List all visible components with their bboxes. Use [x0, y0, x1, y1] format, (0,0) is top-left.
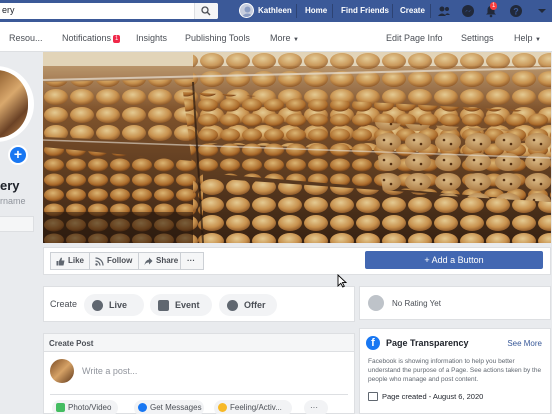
create-label: Create: [50, 299, 78, 309]
create-live-button[interactable]: Live: [84, 294, 144, 316]
page-navigation-bar: Resou... Notifications 1 Insights Publish…: [0, 22, 552, 52]
notifications-count-badge: 1: [113, 35, 121, 43]
divider: [296, 4, 297, 18]
tab-insights[interactable]: Insights: [136, 33, 167, 43]
help-label: Help: [514, 33, 533, 43]
left-menu-item[interactable]: [0, 216, 34, 232]
top-navigation-bar: ery Kathleen Home Find Friends Create 1 …: [0, 0, 552, 22]
share-arrow-icon: [144, 257, 153, 266]
rating-text: No Rating Yet: [392, 299, 441, 308]
caret-down-icon: ▼: [293, 37, 299, 43]
page-transparency-description: Facebook is showing information to help …: [368, 358, 542, 383]
feeling-activity-label: Feeling/Activ...: [230, 403, 282, 412]
write-post-input[interactable]: Write a post...: [82, 366, 137, 376]
feeling-activity-button[interactable]: Feeling/Activ...: [214, 400, 292, 414]
mouse-cursor-icon: [337, 274, 347, 288]
search-box[interactable]: ery: [0, 3, 218, 19]
offer-label: Offer: [244, 300, 266, 310]
account-menu-icon[interactable]: [535, 4, 549, 18]
share-label: Share: [156, 256, 179, 265]
edit-page-info-link[interactable]: Edit Page Info: [386, 33, 443, 43]
calendar-icon: [158, 300, 169, 311]
tab-notifications-label: Notifications: [62, 33, 112, 43]
offer-tag-icon: [227, 300, 238, 311]
page-profile-picture[interactable]: [0, 66, 34, 142]
create-link[interactable]: Create: [400, 6, 425, 15]
add-profile-photo-button[interactable]: +: [8, 145, 28, 165]
user-avatar[interactable]: [239, 3, 254, 18]
create-panel: Create Live Event Offer: [43, 286, 355, 322]
follow-label: Follow: [107, 256, 133, 265]
follow-rss-icon: [95, 257, 104, 266]
messenger-icon[interactable]: [461, 4, 475, 18]
divider: [50, 394, 348, 395]
create-event-button[interactable]: Event: [150, 294, 212, 316]
divider: [430, 4, 431, 18]
more-post-options-label: ···: [310, 403, 318, 412]
friend-requests-icon[interactable]: [437, 4, 451, 18]
event-label: Event: [175, 300, 200, 310]
help-icon[interactable]: ?: [509, 4, 523, 18]
live-label: Live: [109, 300, 128, 310]
get-messages-button[interactable]: Get Messages: [134, 400, 204, 414]
tab-notifications[interactable]: Notifications 1: [62, 33, 121, 43]
get-messages-label: Get Messages: [150, 403, 202, 412]
page-action-bar: Like Follow Share ··· + Add a Button: [43, 247, 551, 275]
more-post-options-button[interactable]: ···: [304, 400, 328, 414]
see-more-link[interactable]: See More: [507, 339, 542, 348]
page-name: ery: [0, 178, 20, 193]
like-label: Like: [68, 256, 85, 265]
search-icon: [201, 6, 211, 16]
page-username[interactable]: rname: [0, 196, 26, 206]
divider: [392, 4, 393, 18]
rating-panel: No Rating Yet: [359, 286, 551, 320]
page-transparency-panel: f Page Transparency See More Facebook is…: [359, 328, 551, 414]
page-avatar: [50, 359, 74, 383]
user-name-link[interactable]: Kathleen: [258, 6, 292, 15]
settings-link[interactable]: Settings: [461, 33, 494, 43]
messenger-icon: [138, 403, 147, 412]
help-menu[interactable]: Help ▼: [514, 33, 541, 43]
share-button[interactable]: Share: [138, 252, 181, 270]
add-a-button[interactable]: + Add a Button: [365, 251, 543, 269]
thumbs-up-icon: [56, 257, 65, 266]
caret-down-icon: ▼: [535, 37, 541, 43]
page-transparency-title: Page Transparency: [386, 338, 469, 348]
photo-video-label: Photo/Video: [68, 403, 112, 412]
cover-photo[interactable]: [43, 52, 551, 243]
smiley-icon: [218, 403, 227, 412]
rating-star-icon: [368, 295, 384, 311]
video-camera-icon: [92, 300, 103, 311]
tab-publishing-tools[interactable]: Publishing Tools: [185, 33, 250, 43]
create-post-header: Create Post: [44, 334, 354, 352]
create-post-panel: Create Post Write a post... Photo/Video …: [43, 333, 355, 414]
facebook-logo-icon: f: [366, 336, 380, 350]
tab-more-label: More: [270, 33, 291, 43]
tab-more[interactable]: More ▼: [270, 33, 299, 43]
create-post-title: Create Post: [49, 339, 94, 348]
tab-resources[interactable]: Resou...: [9, 33, 43, 43]
photo-video-button[interactable]: Photo/Video: [52, 400, 118, 414]
more-actions-button[interactable]: ···: [180, 252, 204, 270]
more-actions-label: ···: [187, 256, 195, 265]
search-input[interactable]: ery: [2, 5, 15, 15]
like-button[interactable]: Like: [50, 252, 90, 270]
home-link[interactable]: Home: [305, 6, 327, 15]
calendar-icon: [368, 392, 378, 401]
search-button[interactable]: [194, 3, 218, 19]
page-created-date: Page created - August 6, 2020: [382, 392, 484, 401]
svg-text:?: ?: [513, 7, 519, 17]
find-friends-link[interactable]: Find Friends: [341, 6, 389, 15]
create-offer-button[interactable]: Offer: [219, 294, 277, 316]
photo-icon: [56, 403, 65, 412]
divider: [332, 4, 333, 18]
follow-button[interactable]: Follow: [89, 252, 139, 270]
